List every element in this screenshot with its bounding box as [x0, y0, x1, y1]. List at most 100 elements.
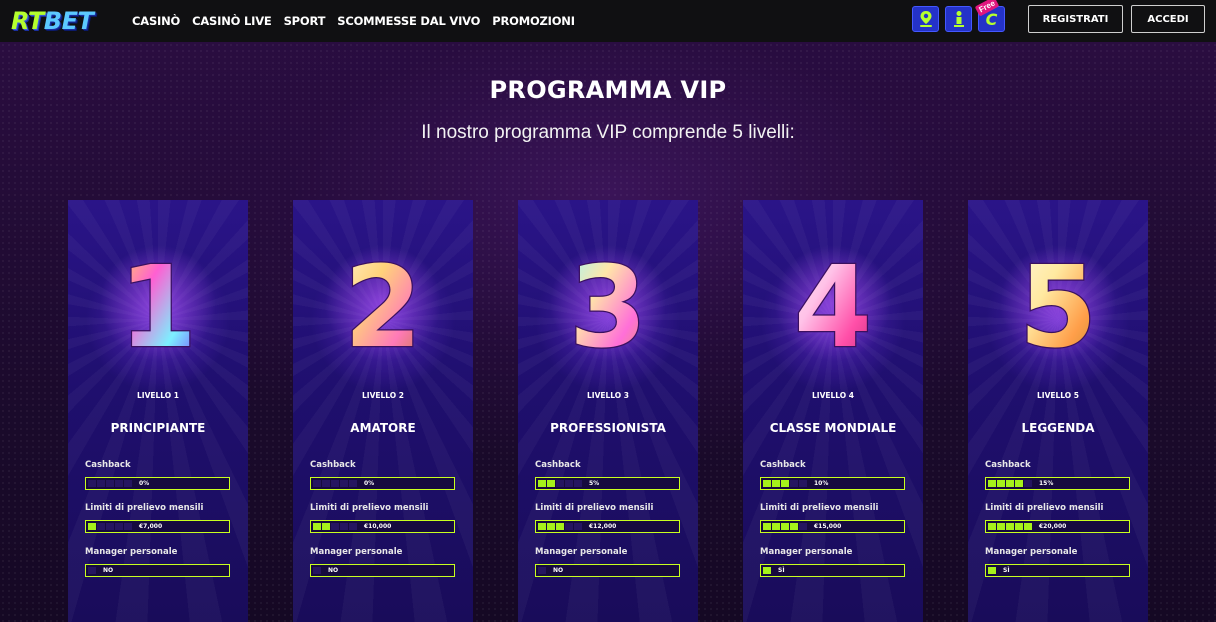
- personal-manager-bar: SÌ: [985, 564, 1130, 577]
- login-button[interactable]: ACCEDI: [1131, 5, 1205, 33]
- withdraw-limit-label: Limiti di prelievo mensili: [85, 503, 204, 513]
- cashback-label: Cashback: [985, 460, 1031, 470]
- level-label: LIVELLO 1: [137, 391, 179, 400]
- level-name: PRINCIPIANTE: [110, 421, 206, 435]
- cashback-bar: 0%: [310, 477, 455, 490]
- bar-segment: [331, 480, 339, 487]
- cashback-value: 10%: [814, 480, 829, 487]
- bar-segment: [340, 480, 348, 487]
- vip-level-card-3: 3 LIVELLO 3 PROFESSIONISTA Cashback 5% L…: [518, 200, 698, 622]
- bar-segment: [574, 480, 582, 487]
- cashback-value: 15%: [1039, 480, 1054, 487]
- bar-segment: [547, 480, 555, 487]
- bar-segment: [781, 523, 789, 530]
- personal-manager-value: NO: [553, 567, 564, 574]
- bar-segment: [124, 480, 132, 487]
- level-digit: 4: [794, 243, 872, 373]
- bar-segment: [313, 567, 321, 574]
- page-title: PROGRAMMA VIP: [489, 76, 727, 104]
- bar-segment: [538, 567, 546, 574]
- bar-segment: [781, 480, 789, 487]
- bar-segment: [349, 523, 357, 530]
- bar-segment: [115, 480, 123, 487]
- level-name: CLASSE MONDIALE: [769, 421, 897, 435]
- nav-sport[interactable]: SPORT: [284, 14, 326, 28]
- personal-manager-label: Manager personale: [760, 547, 853, 557]
- bar-segment: [106, 523, 114, 530]
- bar-segment: [763, 480, 771, 487]
- bar-segment: [313, 523, 321, 530]
- nav-promotions[interactable]: PROMOZIONI: [492, 14, 575, 28]
- vip-level-card-5: 5 LIVELLO 5 LEGGENDA Cashback 15% Limiti…: [968, 200, 1148, 622]
- bar-segment: [1006, 523, 1014, 530]
- withdraw-limit-label: Limiti di prelievo mensili: [535, 503, 654, 513]
- level-number-balloon-icon: 3: [518, 238, 698, 374]
- nav-live-betting[interactable]: SCOMMESSE DAL VIVO: [337, 14, 480, 28]
- bar-segment: [115, 523, 123, 530]
- personal-manager-label: Manager personale: [310, 547, 403, 557]
- bar-segment: [1015, 480, 1023, 487]
- withdraw-limit-value: €12,000: [589, 523, 617, 530]
- bar-segment: [574, 523, 582, 530]
- personal-manager-label: Manager personale: [535, 547, 628, 557]
- vip-level-card-2: 2 LIVELLO 2 AMATORE Cashback 0% Limiti d…: [293, 200, 473, 622]
- bar-segment: [106, 480, 114, 487]
- withdraw-limit-value: €7,000: [139, 523, 163, 530]
- personal-manager-label: Manager personale: [85, 547, 178, 557]
- cashback-bar: 5%: [535, 477, 680, 490]
- withdraw-limit-bar: €20,000: [985, 520, 1130, 533]
- bar-segment: [97, 480, 105, 487]
- bar-segment: [331, 523, 339, 530]
- site-logo[interactable]: RTBET: [11, 6, 94, 36]
- bar-segment: [97, 523, 105, 530]
- bar-segment: [763, 567, 771, 574]
- cashback-bar: 0%: [85, 477, 230, 490]
- bar-segment: [538, 480, 546, 487]
- bar-segment: [124, 523, 132, 530]
- bar-segment: [565, 480, 573, 487]
- top-bar: RTBET CASINÒ CASINÒ LIVE SPORT SCOMMESSE…: [0, 0, 1216, 42]
- withdraw-limit-bar: €7,000: [85, 520, 230, 533]
- nav-casino-live[interactable]: CASINÒ LIVE: [192, 14, 272, 28]
- personal-manager-bar: NO: [535, 564, 680, 577]
- bar-segment: [340, 523, 348, 530]
- logo-bet: BET: [43, 7, 94, 35]
- bar-segment: [88, 480, 96, 487]
- bar-segment: [799, 480, 807, 487]
- level-number-balloon-icon: 5: [968, 238, 1148, 374]
- personal-manager-value: NO: [328, 567, 339, 574]
- bar-segment: [88, 523, 96, 530]
- bar-segment: [1024, 523, 1032, 530]
- register-button[interactable]: REGISTRATI: [1028, 5, 1123, 33]
- bar-segment: [349, 480, 357, 487]
- vip-level-card-4: 4 LIVELLO 4 CLASSE MONDIALE Cashback 10%…: [743, 200, 923, 622]
- page-subtitle: Il nostro programma VIP comprende 5 live…: [421, 122, 795, 143]
- level-label: LIVELLO 3: [587, 391, 629, 400]
- level-label: LIVELLO 2: [362, 391, 404, 400]
- bar-segment: [772, 480, 780, 487]
- personal-manager-value: SÌ: [1003, 567, 1010, 574]
- bar-segment: [997, 523, 1005, 530]
- cashback-bar: 10%: [760, 477, 905, 490]
- withdraw-limit-bar: €10,000: [310, 520, 455, 533]
- withdraw-limit-bar: €15,000: [760, 520, 905, 533]
- withdraw-limit-label: Limiti di prelievo mensili: [310, 503, 429, 513]
- cashback-value: 0%: [139, 480, 150, 487]
- cashback-label: Cashback: [310, 460, 356, 470]
- main-nav: CASINÒ CASINÒ LIVE SPORT SCOMMESSE DAL V…: [132, 0, 575, 42]
- logo-rt: RT: [11, 7, 44, 35]
- personal-manager-value: NO: [103, 567, 114, 574]
- info-person-icon[interactable]: [945, 6, 972, 32]
- location-pin-icon[interactable]: [912, 6, 939, 32]
- withdraw-limit-label: Limiti di prelievo mensili: [760, 503, 879, 513]
- nav-casino[interactable]: CASINÒ: [132, 14, 180, 28]
- cashback-value: 0%: [364, 480, 375, 487]
- personal-manager-bar: NO: [85, 564, 230, 577]
- bar-segment: [997, 480, 1005, 487]
- vip-level-card-1: 1 LIVELLO 1 PRINCIPIANTE Cashback 0% Lim…: [68, 200, 248, 622]
- bar-segment: [988, 567, 996, 574]
- level-digit: 1: [119, 243, 197, 373]
- withdraw-limit-value: €20,000: [1039, 523, 1067, 530]
- withdraw-limit-bar: €12,000: [535, 520, 680, 533]
- bar-segment: [1024, 480, 1032, 487]
